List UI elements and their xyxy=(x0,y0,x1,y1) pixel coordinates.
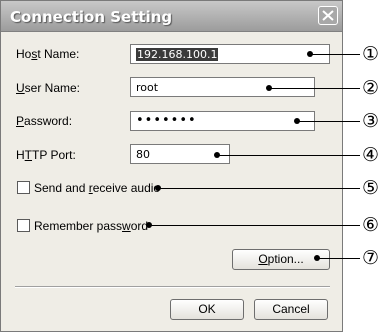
separator xyxy=(15,286,330,288)
http-port-value: 80 xyxy=(136,148,150,161)
host-name-input[interactable]: 192.168.100.1 xyxy=(130,44,330,64)
ok-button[interactable]: OK xyxy=(170,299,244,320)
cancel-button[interactable]: Cancel xyxy=(254,299,328,320)
callout-line-5 xyxy=(158,188,360,189)
callout-line-1 xyxy=(310,54,360,55)
http-port-label: HTTP Port: xyxy=(16,148,76,162)
window-title: Connection Setting xyxy=(10,8,173,26)
callout-number-7: ⑦ xyxy=(362,247,380,269)
connection-setting-dialog: Connection Setting Host Name: 192.168.10… xyxy=(0,0,343,332)
password-input[interactable]: ••••••• xyxy=(130,111,315,131)
callout-line-6 xyxy=(149,225,360,226)
callout-number-5: ⑤ xyxy=(362,177,380,199)
callout-number-4: ④ xyxy=(362,144,380,166)
host-name-value: 192.168.100.1 xyxy=(136,48,219,61)
callout-number-3: ③ xyxy=(362,110,380,132)
callout-number-1: ① xyxy=(362,43,380,65)
send-receive-audio-label[interactable]: Send and receive audio xyxy=(34,181,160,195)
send-receive-audio-checkbox[interactable] xyxy=(17,181,30,194)
remember-password-checkbox[interactable] xyxy=(17,219,30,232)
cancel-button-label: Cancel xyxy=(272,302,310,316)
callout-line-7 xyxy=(317,258,360,259)
ok-button-label: OK xyxy=(198,302,216,316)
close-icon xyxy=(322,10,334,21)
title-bar: Connection Setting xyxy=(1,1,342,32)
callout-line-3 xyxy=(297,121,360,122)
option-button-label: Option... xyxy=(258,252,304,266)
callout-number-2: ② xyxy=(362,77,380,99)
remember-password-label[interactable]: Remember password xyxy=(34,219,148,233)
callout-line-2 xyxy=(269,88,360,89)
user-name-value: root xyxy=(136,81,159,94)
callout-line-4 xyxy=(217,155,360,156)
host-name-label: Host Name: xyxy=(16,47,80,61)
password-label: Password: xyxy=(16,114,73,128)
user-name-input[interactable]: root xyxy=(130,77,315,97)
callout-number-6: ⑥ xyxy=(362,214,380,236)
password-value: ••••••• xyxy=(136,113,197,128)
close-button[interactable] xyxy=(318,6,338,25)
user-name-label: User Name: xyxy=(16,81,81,95)
